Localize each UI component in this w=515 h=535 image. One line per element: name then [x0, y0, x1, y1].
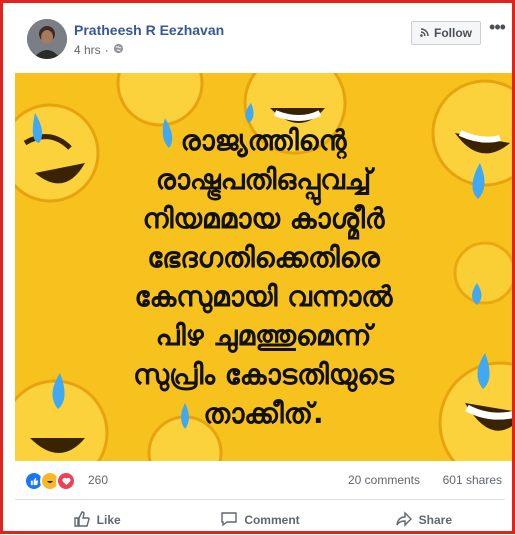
follow-button[interactable]: Follow — [411, 21, 481, 45]
comments-count[interactable]: 20 comments — [348, 473, 420, 487]
share-icon — [395, 510, 413, 531]
image-text-line: രാജ്യത്തിന്റെ — [180, 124, 347, 157]
like-label: Like — [96, 513, 121, 527]
share-label: Share — [418, 513, 452, 527]
thumbs-up-icon — [73, 510, 91, 531]
comment-icon — [220, 510, 238, 531]
post-header: Pratheesh R Eezhavan 4 hrs · Follow ••• — [24, 18, 512, 64]
follow-label: Follow — [434, 26, 472, 40]
shares-count[interactable]: 601 shares — [443, 473, 502, 487]
love-reaction-icon — [56, 471, 76, 491]
like-button[interactable]: Like — [15, 505, 178, 535]
avatar[interactable] — [27, 19, 67, 59]
image-text-line: സുപ്രിം കോടതിയുടെ — [133, 358, 394, 391]
globe-icon — [113, 43, 124, 57]
image-text-line: കേസുമായി വന്നാൽ — [134, 280, 393, 313]
divider — [15, 499, 505, 500]
author-name[interactable]: Pratheesh R Eezhavan — [74, 22, 224, 38]
post-stats: 260 20 comments 601 shares — [24, 469, 506, 491]
comment-label: Comment — [244, 513, 300, 527]
image-text-line: രാഷ്ട്രപതിഒപ്പുവച്ച് — [155, 163, 372, 196]
image-text-line: താക്കീത്. — [203, 397, 324, 430]
rss-icon — [420, 26, 430, 40]
image-text-line: പിഴ ചുമത്തുമെന്ന് — [155, 319, 372, 352]
post-time[interactable]: 4 hrs — [74, 43, 101, 57]
post-card: Pratheesh R Eezhavan 4 hrs · Follow ••• — [0, 0, 515, 534]
comment-button[interactable]: Comment — [178, 505, 341, 535]
share-button[interactable]: Share — [342, 505, 505, 535]
image-text-line: നിയമമായ കാശ്മീർ — [142, 202, 385, 235]
post-image-text: രാജ്യത്തിന്റെ രാഷ്ട്രപതിഒപ്പുവച്ച് നിയമമ… — [15, 121, 512, 433]
reaction-count[interactable]: 260 — [88, 473, 108, 487]
reaction-icons[interactable] — [24, 471, 76, 491]
more-options-button[interactable]: ••• — [486, 18, 508, 40]
post-meta: 4 hrs · — [74, 43, 124, 57]
post-image[interactable]: രാജ്യത്തിന്റെ രാഷ്ട്രപതിഒപ്പുവച്ച് നിയമമ… — [15, 73, 512, 461]
image-text-line: ഭേദഗതിക്കെതിരെ — [147, 241, 380, 274]
post-actions: Like Comment Share — [15, 505, 505, 535]
